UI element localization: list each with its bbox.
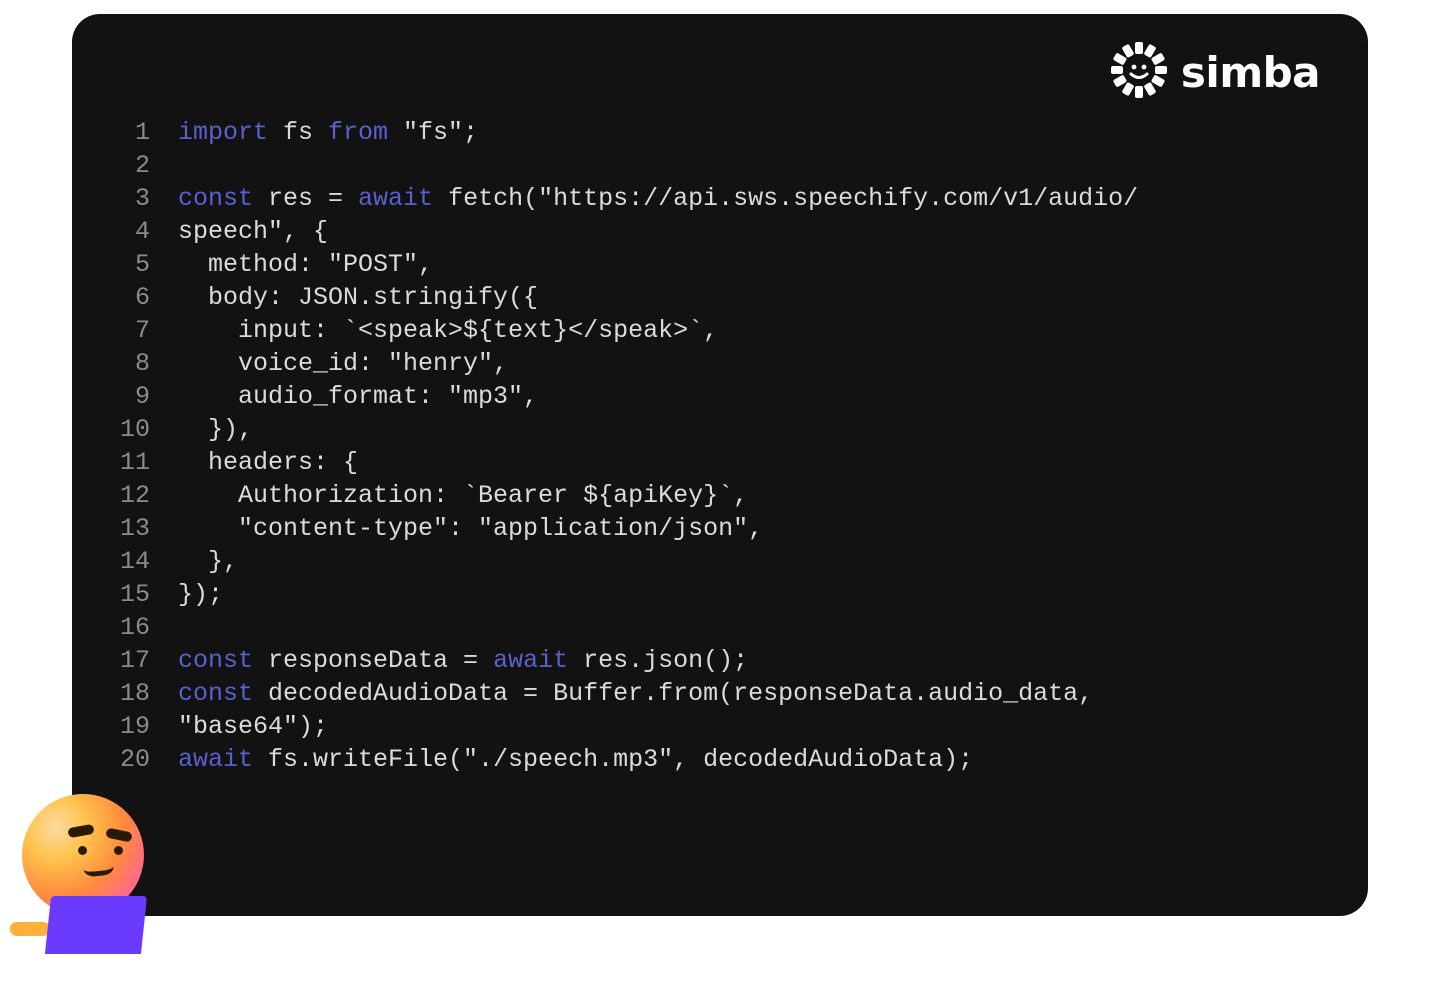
code-source: "base64"); (178, 710, 328, 743)
mascot-laptop-icon (45, 896, 147, 954)
line-number: 15 (120, 578, 178, 611)
code-line: 9 audio_format: "mp3", (120, 380, 1320, 413)
line-number: 20 (120, 743, 178, 776)
code-source: }); (178, 578, 223, 611)
code-line: 1import fs from "fs"; (120, 116, 1320, 149)
code-source: voice_id: "henry", (178, 347, 508, 380)
line-number: 10 (120, 413, 178, 446)
code-line: 10 }), (120, 413, 1320, 446)
code-line: 3const res = await fetch("https://api.sw… (120, 182, 1320, 215)
code-card: simba 1import fs from "fs";23const res =… (72, 14, 1368, 916)
code-source: import fs from "fs"; (178, 116, 478, 149)
code-source: const decodedAudioData = Buffer.from(res… (178, 677, 1093, 710)
brand-name: simba (1181, 48, 1320, 97)
code-source: }), (178, 413, 253, 446)
line-number: 5 (120, 248, 178, 281)
code-source: body: JSON.stringify({ (178, 281, 538, 314)
code-line: 6 body: JSON.stringify({ (120, 281, 1320, 314)
code-line: 8 voice_id: "henry", (120, 347, 1320, 380)
code-line: 15}); (120, 578, 1320, 611)
code-source: Authorization: `Bearer ${apiKey}`, (178, 479, 748, 512)
code-source: headers: { (178, 446, 358, 479)
code-line: 11 headers: { (120, 446, 1320, 479)
code-line: 19"base64"); (120, 710, 1320, 743)
line-number: 11 (120, 446, 178, 479)
mascot-illustration (14, 794, 154, 954)
code-source: "content-type": "application/json", (178, 512, 763, 545)
code-line: 2 (120, 149, 1320, 182)
code-line: 12 Authorization: `Bearer ${apiKey}`, (120, 479, 1320, 512)
code-source: const res = await fetch("https://api.sws… (178, 182, 1138, 215)
code-source: const responseData = await res.json(); (178, 644, 748, 677)
line-number: 8 (120, 347, 178, 380)
code-source: }, (178, 545, 238, 578)
mascot-foot-icon (10, 922, 50, 936)
code-source: audio_format: "mp3", (178, 380, 538, 413)
code-source: speech", { (178, 215, 328, 248)
code-line: 4speech", { (120, 215, 1320, 248)
line-number: 18 (120, 677, 178, 710)
line-number: 6 (120, 281, 178, 314)
code-source: input: `<speak>${text}</speak>`, (178, 314, 718, 347)
line-number: 7 (120, 314, 178, 347)
line-number: 12 (120, 479, 178, 512)
line-number: 2 (120, 149, 178, 182)
code-line: 5 method: "POST", (120, 248, 1320, 281)
code-line: 20await fs.writeFile("./speech.mp3", dec… (120, 743, 1320, 776)
line-number: 4 (120, 215, 178, 248)
brand-logo-icon (1111, 42, 1167, 103)
code-source: method: "POST", (178, 248, 433, 281)
line-number: 13 (120, 512, 178, 545)
code-line: 18const decodedAudioData = Buffer.from(r… (120, 677, 1320, 710)
line-number: 17 (120, 644, 178, 677)
line-number: 19 (120, 710, 178, 743)
line-number: 3 (120, 182, 178, 215)
line-number: 16 (120, 611, 178, 644)
code-block: 1import fs from "fs";23const res = await… (120, 116, 1320, 776)
code-line: 7 input: `<speak>${text}</speak>`, (120, 314, 1320, 347)
line-number: 9 (120, 380, 178, 413)
code-line: 16 (120, 611, 1320, 644)
code-line: 13 "content-type": "application/json", (120, 512, 1320, 545)
brand: simba (1111, 42, 1320, 103)
line-number: 1 (120, 116, 178, 149)
line-number: 14 (120, 545, 178, 578)
code-source: await fs.writeFile("./speech.mp3", decod… (178, 743, 973, 776)
code-line: 17const responseData = await res.json(); (120, 644, 1320, 677)
code-line: 14 }, (120, 545, 1320, 578)
